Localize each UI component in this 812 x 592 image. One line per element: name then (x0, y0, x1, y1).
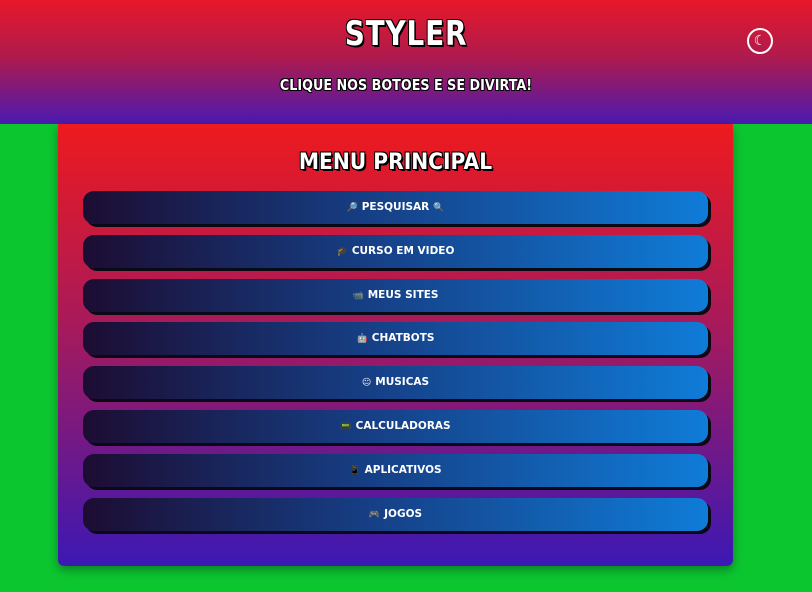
graduation-cap-icon: 🎓 (336, 246, 348, 257)
menu-button-meus-sites[interactable]: 📹 MEUS SITES (83, 278, 708, 312)
menu-button-pesquisar[interactable]: 🔎 PESQUISAR 🔍 (83, 191, 708, 224)
menu-title: MENU PRINCIPAL (298, 150, 493, 175)
menu-button-chatbots[interactable]: 🤖 CHATBOTS (83, 322, 708, 356)
tagline: CLIQUE NOS BOTOES E SE DIVIRTA! (279, 76, 533, 94)
robot-icon: 🤖 (356, 334, 368, 345)
camera-icon: 📹 (352, 290, 364, 301)
magnifier-icon: 🔎 (346, 203, 358, 213)
menu-list: 🔎 PESQUISAR 🔍 🎓 CURSO EM VIDEO 📹 MEUS SITES … (83, 191, 708, 541)
menu-button-label: CURSO EM VIDEO (351, 244, 455, 257)
menu-button-label: PESQUISAR (361, 201, 430, 213)
brand-logo: STYLER (344, 14, 468, 54)
menu-button-musicas[interactable]: 😐 MUSICAS (83, 366, 708, 400)
menu-button-calculadoras[interactable]: 📟 CALCULADORAS (83, 409, 708, 443)
menu-button-aplicativos[interactable]: 📱 APLICATIVOS (83, 453, 708, 487)
calculator-icon: 📟 (340, 421, 352, 432)
gamepad-icon: 🎮 (368, 509, 381, 520)
menu-button-label: MEUS SITES (367, 288, 439, 301)
theme-toggle-moon-icon[interactable]: ☾ (747, 28, 773, 54)
face-icon: 😐 (361, 378, 372, 389)
main-menu-card: MENU PRINCIPAL 🔎 PESQUISAR 🔍 🎓 CURSO EM VID… (58, 124, 733, 566)
phone-icon: 📱 (349, 465, 361, 476)
header: STYLER CLIQUE NOS BOTOES E SE DIVIRTA! ☾ (0, 0, 812, 124)
menu-button-jogos[interactable]: 🎮 JOGOS (83, 497, 708, 531)
menu-button-curso-em-video[interactable]: 🎓 CURSO EM VIDEO (83, 234, 708, 268)
menu-button-label: CALCULADORAS (355, 419, 451, 432)
menu-button-label: CHATBOTS (371, 332, 435, 345)
magnifier-icon: 🔍 (433, 203, 445, 213)
menu-button-label: JOGOS (384, 507, 423, 520)
menu-button-label: MUSICAS (375, 376, 430, 389)
menu-button-label: APLICATIVOS (364, 463, 442, 476)
